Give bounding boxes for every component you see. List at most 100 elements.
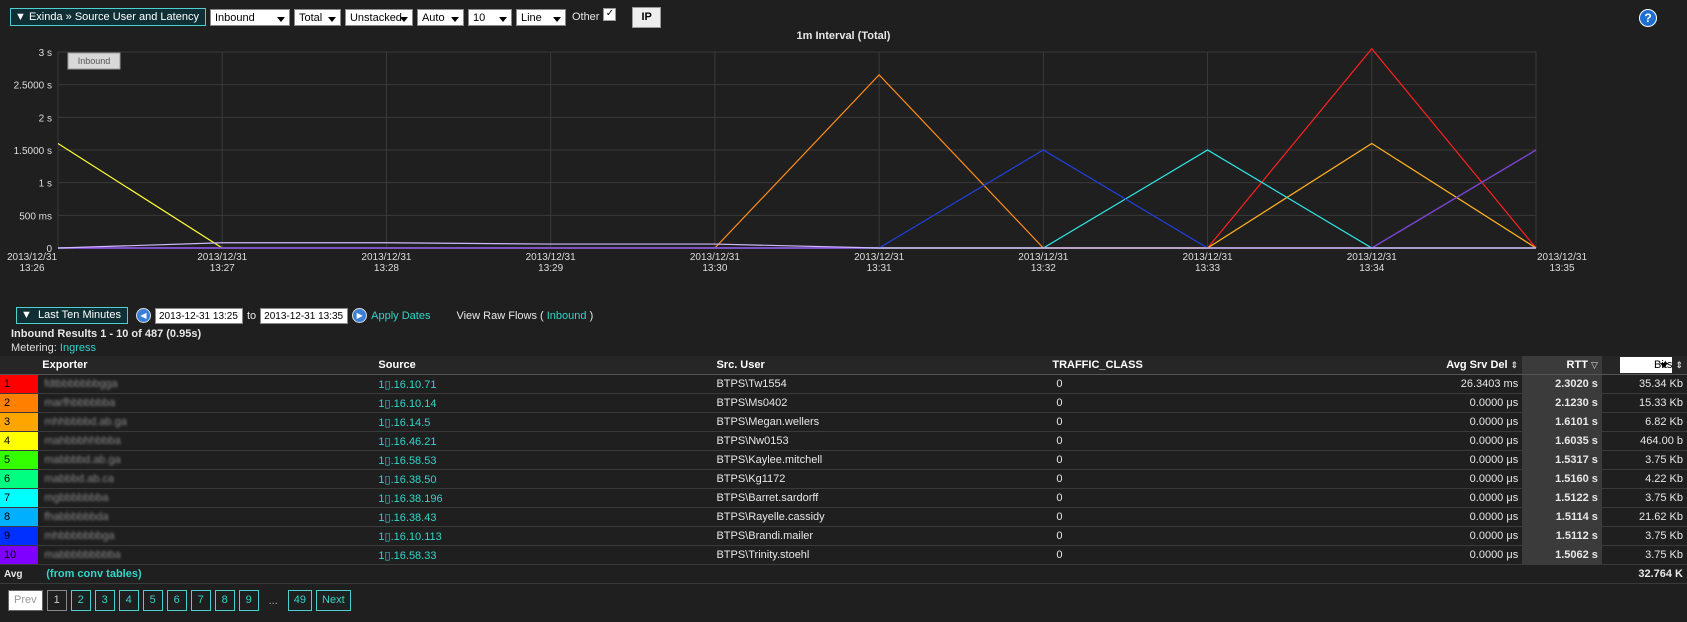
source-ip[interactable]: 1▯.16.38.43 bbox=[378, 512, 436, 524]
direction-select[interactable]: Inbound bbox=[209, 8, 290, 26]
source-ip[interactable]: 1▯.16.10.14 bbox=[378, 398, 436, 410]
table-row[interactable]: 8 fhabbbbbbda 1▯.16.38.43 BTPS\Rayelle.cass… bbox=[0, 507, 1687, 527]
table-row[interactable]: 9 mhbbbbbbbga 1▯.16.10.113 BTPS\Brandi.mail… bbox=[0, 526, 1687, 546]
sort-icon[interactable]: ⇕ bbox=[1511, 360, 1519, 370]
source-ip[interactable]: 1▯.16.14.5 bbox=[378, 417, 430, 429]
source-ip[interactable]: 1▯.16.38.50 bbox=[378, 474, 436, 486]
apply-dates-link[interactable]: Apply Dates bbox=[371, 310, 430, 322]
source-cell[interactable]: 1▯.16.38.50 bbox=[378, 469, 717, 489]
source-cell[interactable]: 1▯.16.58.33 bbox=[378, 545, 717, 565]
source-ip[interactable]: 1▯.16.10.71 bbox=[378, 379, 436, 391]
avg-srv-del-cell: 0.0000 μs bbox=[1415, 526, 1523, 546]
report-title-dropdown[interactable]: ▼ Exinda » Source User and Latency bbox=[10, 8, 206, 26]
prev-page-button[interactable]: Prev bbox=[8, 590, 43, 611]
units-select[interactable]: Bits bbox=[1620, 357, 1673, 373]
table-row[interactable]: 1 fdtbbbbbbbgga 1▯.16.10.71 BTPS\Tw1554 0 26.… bbox=[0, 374, 1687, 394]
row-number: 1 bbox=[4, 378, 11, 390]
avg-srv-del-cell: 0.0000 μs bbox=[1415, 393, 1523, 413]
page-9-button[interactable]: 9 bbox=[238, 590, 259, 611]
raw-flows-link[interactable]: Inbound bbox=[547, 310, 587, 322]
page-1-button[interactable]: 1 bbox=[46, 590, 67, 611]
topn-select[interactable]: 10 bbox=[467, 8, 512, 26]
table-row[interactable]: 6 mabbbd.ab.ca 1▯.16.38.50 BTPS\Kg1172 0 0.00… bbox=[0, 469, 1687, 489]
row-color-swatch: 8 bbox=[0, 507, 39, 527]
table-row[interactable]: 5 mabbbbd.ab.ga 1▯.16.58.53 BTPS\Kaylee.mit… bbox=[0, 450, 1687, 470]
next-period-icon[interactable]: ▶ bbox=[352, 308, 368, 323]
exporter-value: mahbbbhhbbba bbox=[44, 435, 121, 447]
source-ip[interactable]: 1▯.16.58.53 bbox=[378, 455, 436, 467]
src-user-header[interactable]: Src. User bbox=[716, 356, 1053, 375]
table-row[interactable]: 3 mhhbbbbd.ab.ga 1▯.16.14.5 BTPS\Megan.well… bbox=[0, 412, 1687, 432]
source-ip[interactable]: 1▯.16.58.33 bbox=[378, 550, 436, 562]
page-8-button[interactable]: 8 bbox=[214, 590, 235, 611]
source-cell[interactable]: 1▯.16.10.71 bbox=[378, 374, 717, 394]
legend-inbound-button[interactable]: Inbound bbox=[67, 52, 121, 70]
page-2-button[interactable]: 2 bbox=[70, 590, 91, 611]
source-ip[interactable]: 1▯.16.38.196 bbox=[378, 493, 442, 505]
rtt-header[interactable]: RTT ▽ bbox=[1522, 356, 1602, 375]
avg-note[interactable]: (from conv tables) bbox=[38, 564, 1602, 584]
to-date-input[interactable]: 2013-12-31 13:35 bbox=[260, 307, 349, 324]
metering-info: Metering: Ingress bbox=[11, 342, 96, 354]
prev-period-icon[interactable]: ◀ bbox=[135, 308, 151, 323]
page-last-button[interactable]: 49 bbox=[287, 590, 313, 611]
help-icon[interactable]: ? bbox=[1639, 9, 1657, 27]
from-date-input[interactable]: 2013-12-31 13:25 bbox=[154, 307, 243, 324]
source-header[interactable]: Source bbox=[378, 356, 717, 375]
sort-desc-icon[interactable]: ▽ bbox=[1591, 360, 1598, 370]
interval-select[interactable]: Auto bbox=[416, 8, 464, 26]
source-cell[interactable]: 1▯.16.58.53 bbox=[378, 450, 717, 470]
sort-icon[interactable]: ⇕ bbox=[1675, 360, 1683, 370]
table-row[interactable]: 10 mabbbbbbbbba 1▯.16.58.33 BTPS\Trinity.st… bbox=[0, 545, 1687, 565]
exporter-cell: marfhbbbbbba bbox=[38, 393, 379, 413]
traffic-class-header[interactable]: TRAFFIC_CLASS bbox=[1052, 356, 1416, 375]
src-user-cell: BTPS\Trinity.stoehl bbox=[716, 545, 1053, 565]
time-range-label: Last Ten Minutes bbox=[38, 309, 121, 321]
total-select[interactable]: Total bbox=[293, 8, 341, 26]
report-toolbar: ▼ Exinda » Source User and Latency Inbou… bbox=[10, 6, 661, 28]
next-page-button[interactable]: Next bbox=[316, 590, 351, 611]
bits-cell: 6.82 Kb bbox=[1601, 412, 1687, 432]
y-tick-label: 1 s bbox=[39, 179, 52, 190]
chart-type-select[interactable]: Line bbox=[515, 8, 566, 26]
table-row[interactable]: 2 marfhbbbbbba 1▯.16.10.14 BTPS\Ms0402 0 0.00… bbox=[0, 393, 1687, 413]
source-cell[interactable]: 1▯.16.38.196 bbox=[378, 488, 717, 508]
ip-button[interactable]: IP bbox=[632, 6, 661, 28]
bits-cell: 3.75 Kb bbox=[1601, 545, 1687, 565]
page-7-button[interactable]: 7 bbox=[190, 590, 211, 611]
stack-select[interactable]: Unstacked bbox=[344, 8, 413, 26]
source-ip[interactable]: 1▯.16.46.21 bbox=[378, 436, 436, 448]
table-row[interactable]: 7 mgbbbbbbba 1▯.16.38.196 BTPS\Barret.sardo… bbox=[0, 488, 1687, 508]
raw-flows-prefix: View Raw Flows ( bbox=[456, 309, 544, 322]
avg-srv-del-cell: 0.0000 μs bbox=[1415, 431, 1523, 451]
page-3-button[interactable]: 3 bbox=[94, 590, 115, 611]
source-cell[interactable]: 1▯.16.10.113 bbox=[378, 526, 717, 546]
page-4-button[interactable]: 4 bbox=[118, 590, 139, 611]
table-header-row: Exporter Source Src. User TRAFFIC_CLASS … bbox=[0, 356, 1687, 375]
source-ip[interactable]: 1▯.16.10.113 bbox=[378, 531, 441, 543]
source-cell[interactable]: 1▯.16.38.43 bbox=[378, 507, 717, 527]
src-user-cell: BTPS\Barret.sardorff bbox=[716, 488, 1053, 508]
rtt-label: RTT bbox=[1566, 359, 1588, 371]
source-cell[interactable]: 1▯.16.14.5 bbox=[378, 412, 717, 432]
exporter-cell: mgbbbbbbba bbox=[38, 488, 379, 508]
row-number: 6 bbox=[4, 473, 11, 485]
time-range-dropdown[interactable]: ▼ Last Ten Minutes bbox=[16, 307, 128, 324]
y-tick-label: 500 ms bbox=[19, 211, 52, 222]
rtt-cell: 1.5114 s bbox=[1522, 507, 1602, 527]
source-cell[interactable]: 1▯.16.10.14 bbox=[378, 393, 717, 413]
page-6-button[interactable]: 6 bbox=[166, 590, 187, 611]
table-row[interactable]: 4 mahbbbhhbbba 1▯.16.46.21 BTPS\Nw0153 0 0.00… bbox=[0, 431, 1687, 451]
avg-srv-del-header[interactable]: Avg Srv Del ⇕ bbox=[1415, 356, 1523, 375]
other-checkbox[interactable]: ✓ bbox=[603, 7, 617, 21]
bits-header: Bits ⇕ bbox=[1601, 356, 1687, 375]
source-cell[interactable]: 1▯.16.46.21 bbox=[378, 431, 717, 451]
exporter-cell: mabbbd.ab.ca bbox=[38, 469, 379, 489]
traffic-class-cell: 0 bbox=[1052, 507, 1416, 527]
bits-cell: 15.33 Kb bbox=[1601, 393, 1687, 413]
exporter-header[interactable]: Exporter bbox=[38, 356, 379, 375]
pager-ellipsis: ... bbox=[268, 594, 278, 607]
row-color-swatch: 3 bbox=[0, 412, 39, 432]
x-tick-date: 2013/12/31 bbox=[361, 252, 411, 263]
page-5-button[interactable]: 5 bbox=[142, 590, 163, 611]
